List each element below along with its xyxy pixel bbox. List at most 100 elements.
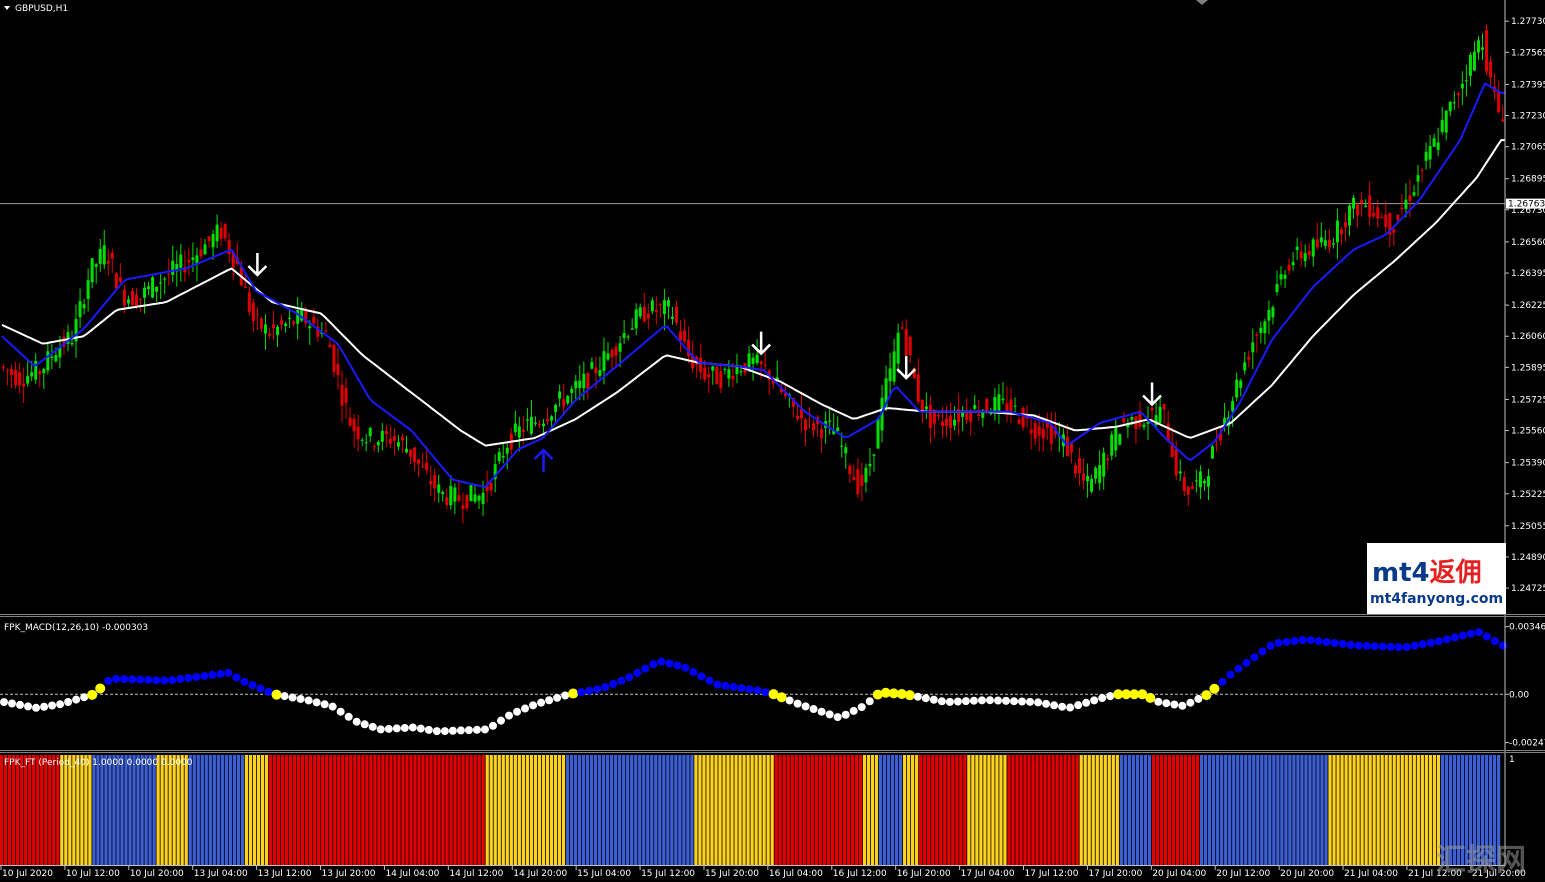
macd-dot: [961, 697, 970, 706]
candle-body: [731, 376, 735, 380]
candle-body: [1299, 251, 1303, 259]
ft-bar: [216, 755, 220, 865]
candle-body: [340, 384, 344, 406]
ft-bar: [682, 755, 686, 865]
price-tick-label: 1.27395: [1511, 80, 1545, 90]
macd-dot: [1330, 638, 1339, 647]
macd-dot: [1394, 643, 1403, 652]
ft-bar: [1256, 755, 1260, 865]
candle-body: [219, 227, 223, 239]
ft-bar: [313, 755, 317, 865]
candle-body: [1190, 486, 1194, 489]
ft-bar: [144, 755, 148, 865]
candle-body: [646, 313, 650, 319]
ft-bar: [1123, 755, 1127, 865]
candle-body: [501, 456, 505, 458]
candle-body: [1331, 243, 1335, 245]
ft-bar: [36, 755, 40, 865]
macd-dot: [456, 726, 465, 735]
price-tick-label: 1.25055: [1511, 522, 1545, 532]
macd-dot: [1218, 677, 1227, 686]
candle-body: [308, 326, 312, 329]
macd-dot: [865, 697, 874, 706]
ft-bar: [148, 755, 152, 865]
candle-body: [715, 367, 719, 385]
ft-bar: [1147, 755, 1152, 865]
candle-body: [1352, 197, 1356, 209]
candle-body: [481, 492, 485, 505]
watermark-brand: mt4返佣: [1372, 558, 1482, 588]
macd-dot: [1194, 694, 1203, 703]
macd-dot: [849, 706, 858, 715]
ft-bar: [385, 755, 389, 865]
ft-bar: [1276, 755, 1280, 865]
candle-body: [836, 427, 840, 432]
macd-dot: [208, 670, 217, 679]
ft-bar: [1268, 755, 1272, 865]
ft-bar: [1035, 755, 1039, 865]
ft-bar: [959, 755, 963, 865]
ft-bar: [188, 755, 192, 865]
ft-bar: [180, 755, 184, 865]
macd-dot: [825, 710, 834, 719]
ft-bar: [947, 755, 951, 865]
ft-bar: [710, 755, 714, 865]
candle-body: [997, 394, 1001, 411]
ft-bar: [1131, 755, 1135, 865]
candle-body: [1247, 356, 1251, 360]
candle-body: [54, 355, 58, 362]
ft-bar: [602, 755, 606, 865]
ft-bar: [842, 755, 847, 865]
ft-bar: [1264, 755, 1268, 865]
ft-bar: [184, 755, 188, 865]
candle-body: [143, 287, 147, 298]
candle-body: [840, 445, 844, 447]
candle-body: [1114, 427, 1118, 451]
ft-bar: [204, 755, 208, 865]
macd-dot: [280, 692, 289, 701]
macd-dot: [729, 682, 738, 691]
macd-dot: [1482, 632, 1491, 641]
ft-bar: [341, 755, 345, 865]
candle-body: [864, 467, 868, 483]
macd-dot: [144, 675, 153, 684]
ft-bar: [758, 755, 762, 865]
ft-bar: [40, 755, 44, 865]
chart-window[interactable]: 0.003464 0.00 -0.002474 1 1.27730 1.27565 1.…: [0, 0, 1545, 882]
macd-dot: [617, 676, 626, 685]
ft-bar: [894, 755, 899, 865]
candle-body: [441, 491, 445, 495]
ft-bar: [714, 755, 718, 865]
ft-bar: [365, 755, 369, 865]
ft-bar: [296, 755, 301, 865]
ft-bar: [1336, 755, 1340, 865]
macd-dot: [448, 726, 457, 735]
ft-bar: [1179, 755, 1184, 865]
ft-bar: [581, 755, 586, 865]
macd-dot: [416, 724, 425, 733]
macd-dot: [1186, 698, 1195, 707]
candle-body: [812, 423, 816, 431]
candle-body: [973, 405, 977, 409]
candle: [151, 275, 155, 299]
ft-bar: [967, 755, 971, 865]
macd-dot: [224, 668, 233, 677]
ft-bar: [694, 755, 698, 865]
candle-body: [461, 505, 465, 509]
ft-bar: [618, 755, 622, 865]
candle-body: [1468, 54, 1472, 76]
ft-bar: [437, 755, 441, 865]
ft-bar: [521, 755, 525, 865]
ft-bar: [325, 755, 329, 865]
candle-body: [860, 474, 864, 487]
ft-bar: [577, 755, 582, 865]
ft-bar: [80, 755, 84, 865]
macd-dot: [1434, 637, 1443, 646]
time-tick-label: 21 Jul 04:00: [1344, 869, 1398, 879]
ft-bar: [176, 755, 180, 865]
candle-body: [1319, 237, 1323, 243]
ft-bar: [321, 755, 325, 865]
candle-body: [803, 419, 807, 431]
ft-bar: [1139, 755, 1144, 865]
ft-bar: [955, 755, 959, 865]
